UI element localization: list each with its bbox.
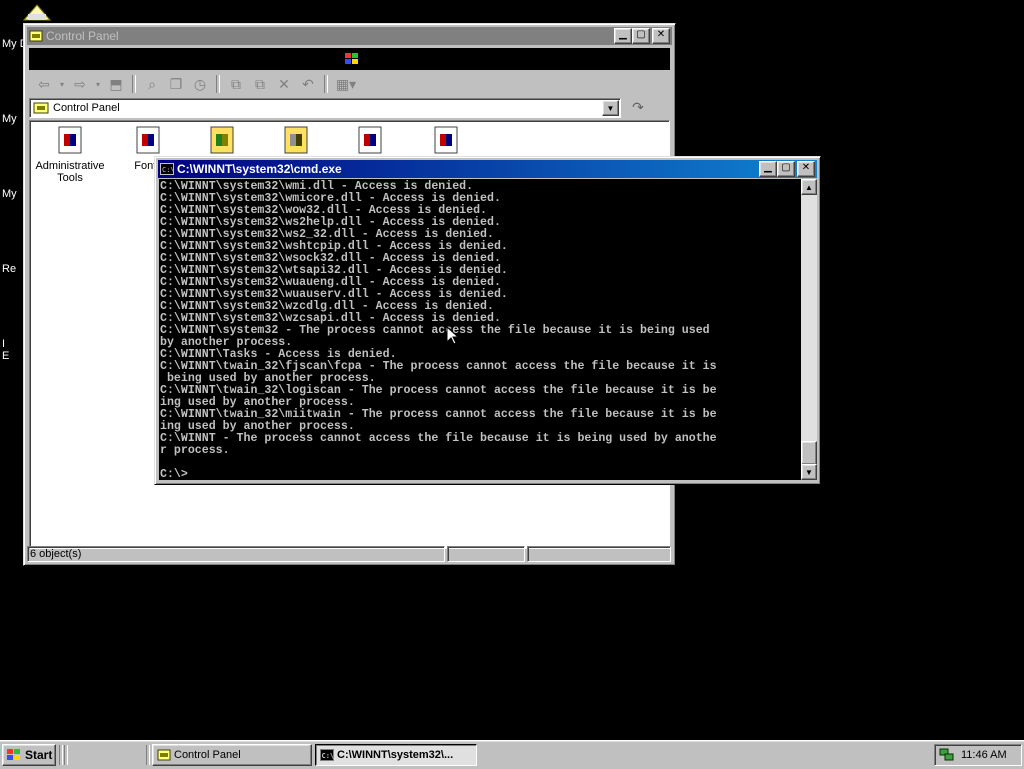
control-panel-titlebar[interactable]: Control Panel ▁ ▢ ✕ [27, 27, 672, 45]
control-panel-item[interactable] [182, 121, 262, 160]
forward-dropdown-icon[interactable]: ▾ [93, 74, 103, 94]
console-line: C:\WINNT - The process cannot access the… [160, 432, 717, 445]
close-button[interactable]: ✕ [797, 161, 815, 177]
cmd-icon: C:\ [320, 748, 335, 761]
applet-icon [136, 126, 160, 154]
delete-icon[interactable]: ✕ [273, 74, 295, 94]
back-icon[interactable]: ⇦ [33, 74, 55, 94]
back-dropdown-icon[interactable]: ▾ [57, 74, 67, 94]
cmd-window[interactable]: C:\ C:\WINNT\system32\cmd.exe ▁ ▢ ✕ C:\W… [154, 156, 821, 485]
windows-logo-icon [7, 749, 20, 760]
address-bar[interactable]: Control Panel ▼ [29, 98, 621, 118]
status-bar: 6 object(s) [27, 546, 672, 562]
status-cell [447, 546, 525, 562]
toolbar: ⇦ ▾ ⇨ ▾ ⬒ ⌕ ❐ ◷ ⧉ ⧉ ✕ ↶ ▦▾ [29, 72, 670, 96]
control-panel-icon [33, 102, 49, 114]
window-title: Control Panel [46, 29, 119, 43]
network-icon[interactable] [939, 748, 955, 762]
scroll-down-button[interactable]: ▼ [801, 464, 817, 480]
control-panel-item[interactable] [256, 121, 336, 160]
folders-icon[interactable]: ❐ [165, 74, 187, 94]
taskbar: Start Control Panel C:\ C:\WINNT\system3… [0, 740, 1024, 769]
task-cmd[interactable]: C:\ C:\WINNT\system32\... [315, 744, 477, 766]
address-dropdown-button[interactable]: ▼ [602, 100, 619, 116]
control-panel-item[interactable]: Administrative Tools [30, 121, 110, 184]
task-control-panel[interactable]: Control Panel [152, 744, 312, 766]
cmd-icon: C:\ [160, 163, 174, 175]
start-button[interactable]: Start [2, 744, 56, 766]
control-panel-icon [29, 30, 43, 42]
control-panel-item[interactable] [406, 121, 486, 160]
vertical-scrollbar[interactable]: ▲ ▼ [801, 179, 817, 480]
views-icon[interactable]: ▦▾ [333, 74, 359, 94]
status-cell [527, 546, 671, 562]
scroll-thumb[interactable] [801, 441, 817, 465]
minimize-button[interactable]: ▁ [759, 161, 777, 177]
go-icon[interactable]: ↷ [627, 98, 649, 116]
mouse-cursor-icon [446, 326, 458, 345]
forward-icon[interactable]: ⇨ [69, 74, 91, 94]
scroll-up-button[interactable]: ▲ [801, 179, 817, 195]
start-label: Start [25, 748, 53, 762]
console-line: C:\> [160, 468, 188, 481]
task-label: Control Panel [174, 749, 241, 761]
control-panel-icon [157, 749, 171, 760]
svg-text:C:\: C:\ [162, 166, 174, 174]
copy-to-icon[interactable]: ⧉ [249, 74, 271, 94]
brand-band [29, 48, 670, 70]
history-icon[interactable]: ◷ [189, 74, 211, 94]
maximize-button[interactable]: ▢ [777, 161, 795, 177]
search-icon[interactable]: ⌕ [141, 74, 163, 94]
applet-icon [358, 126, 382, 154]
console-line: r process. [160, 444, 230, 457]
address-value: Control Panel [53, 102, 120, 114]
undo-icon[interactable]: ↶ [297, 74, 319, 94]
move-to-icon[interactable]: ⧉ [225, 74, 247, 94]
close-button[interactable]: ✕ [652, 28, 670, 44]
minimize-button[interactable]: ▁ [614, 28, 632, 44]
control-panel-item[interactable] [330, 121, 410, 160]
console-text: C:\WINNT\system32\wmi.dll - Access is de… [159, 179, 801, 481]
up-folder-icon[interactable]: ⬒ [105, 74, 127, 94]
system-tray: 11:46 AM [934, 744, 1022, 766]
svg-text:C:\: C:\ [322, 752, 335, 760]
task-label: C:\WINNT\system32\... [337, 749, 454, 761]
cmd-titlebar[interactable]: C:\ C:\WINNT\system32\cmd.exe ▁ ▢ ✕ [158, 160, 817, 178]
maximize-button[interactable]: ▢ [632, 28, 650, 44]
console-output[interactable]: C:\WINNT\system32\wmi.dll - Access is de… [159, 179, 801, 480]
applet-icon [210, 126, 234, 154]
clock[interactable]: 11:46 AM [961, 749, 1007, 761]
applet-icon [284, 126, 308, 154]
cmd-title: C:\WINNT\system32\cmd.exe [177, 162, 342, 176]
status-text: 6 object(s) [27, 546, 445, 562]
desktop-top-icon [22, 4, 52, 21]
applet-icon [58, 126, 82, 154]
applet-icon [434, 126, 458, 154]
windows-logo-icon [345, 53, 358, 64]
item-label: Administrative Tools [35, 160, 105, 184]
